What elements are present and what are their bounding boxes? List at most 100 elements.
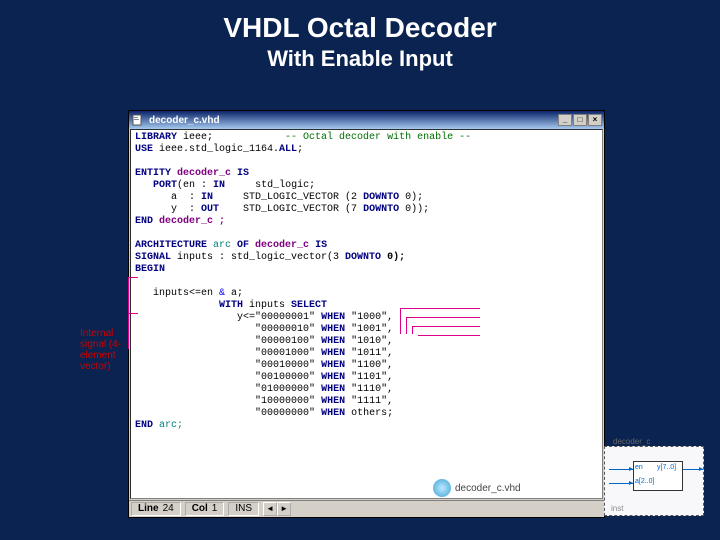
- status-col-label: Col: [192, 503, 208, 514]
- str: "01000000": [255, 384, 315, 395]
- kw-when: WHEN: [321, 336, 345, 347]
- kw-is: IS: [315, 240, 327, 251]
- kw-in: IN: [213, 180, 225, 191]
- annotation-line: [406, 317, 480, 318]
- kw-end: END: [135, 216, 153, 227]
- code-text: 0);: [381, 252, 405, 263]
- code-text: STD_LOGIC_VECTOR (2: [213, 192, 363, 203]
- str: "1110": [351, 384, 387, 395]
- str: "00000100": [255, 336, 315, 347]
- code-text: ieee.std_logic_1164.: [153, 144, 279, 155]
- arrow-icon: [699, 467, 703, 471]
- kw-select: SELECT: [291, 300, 327, 311]
- code-text: ;: [297, 144, 303, 155]
- code-text: (en :: [177, 180, 213, 191]
- watermark: decoder_c.vhd: [433, 479, 521, 497]
- close-button[interactable]: ×: [588, 114, 602, 126]
- str: "00010000": [255, 360, 315, 371]
- str: "1001": [351, 324, 387, 335]
- arch-name: arc;: [153, 420, 183, 431]
- status-mode: INS: [228, 502, 259, 516]
- status-col: Col1: [185, 502, 225, 516]
- code-text: others;: [351, 408, 393, 419]
- str: "00001000": [255, 348, 315, 359]
- port-a: a[2..0]: [635, 478, 654, 485]
- annotation-line: [400, 308, 401, 334]
- minimize-button[interactable]: _: [558, 114, 572, 126]
- titlebar[interactable]: decoder_c.vhd _ □ ×: [129, 111, 604, 129]
- kw-downto: DOWNTO: [363, 204, 399, 215]
- code-text: ieee;: [177, 132, 213, 143]
- kw-when: WHEN: [321, 324, 345, 335]
- code-text: a;: [225, 288, 243, 299]
- kw-entity: ENTITY: [135, 168, 171, 179]
- annotation-line: [412, 326, 480, 327]
- kw-with: WITH: [219, 300, 243, 311]
- entity-name: decoder_c: [249, 240, 315, 251]
- annotation-text: Internal signal (4-element vector): [80, 328, 121, 372]
- maximize-button[interactable]: □: [573, 114, 587, 126]
- str: "00000000": [255, 408, 315, 419]
- kw-out: OUT: [201, 204, 219, 215]
- str: "00000001": [255, 312, 315, 323]
- watermark-text: decoder_c.vhd: [455, 483, 521, 494]
- str: "10000000": [255, 396, 315, 407]
- page-subtitle: With Enable Input: [0, 44, 720, 78]
- str: "1111": [351, 396, 387, 407]
- slide: VHDL Octal Decoder With Enable Input Int…: [0, 0, 720, 540]
- kw-begin: BEGIN: [135, 264, 165, 275]
- kw-end: END: [135, 420, 153, 431]
- kw-signal: SIGNAL: [135, 252, 171, 263]
- kw-when: WHEN: [321, 408, 345, 419]
- entity-name: decoder_c: [171, 168, 237, 179]
- arrow-icon: [629, 481, 633, 485]
- kw-use: USE: [135, 144, 153, 155]
- kw-port: PORT: [153, 180, 177, 191]
- code-text: a :: [135, 192, 201, 203]
- kw-downto: DOWNTO: [363, 192, 399, 203]
- str: "00000010": [255, 324, 315, 335]
- str: "1000": [351, 312, 387, 323]
- code-text: inputs: [243, 300, 291, 311]
- annotation-line: [412, 326, 413, 334]
- code-area[interactable]: LIBRARY ieee; -- Octal decoder with enab…: [130, 129, 603, 499]
- annotation-line: [128, 277, 138, 278]
- kw-downto: DOWNTO: [345, 252, 381, 263]
- window-buttons: _ □ ×: [558, 114, 602, 126]
- port-en: en: [635, 464, 643, 471]
- code-text: 0));: [399, 204, 429, 215]
- entity-name: decoder_c ;: [153, 216, 225, 227]
- annotation-line: [400, 308, 480, 309]
- status-line-label: Line: [138, 503, 159, 514]
- scroll-arrows: ◄ ►: [263, 502, 291, 516]
- code-text: STD_LOGIC_VECTOR (7: [219, 204, 363, 215]
- block-diagram: decoder_c en a[2..0] y[7..0] inst: [604, 446, 704, 516]
- str: "1100": [351, 360, 387, 371]
- str: "00100000": [255, 372, 315, 383]
- page-title: VHDL Octal Decoder: [0, 0, 720, 44]
- disc-icon: [433, 479, 451, 497]
- status-line-value: 24: [163, 503, 174, 514]
- annotation-line: [128, 313, 138, 314]
- code-text: inputs<=en: [135, 288, 219, 299]
- code-text: y :: [135, 204, 201, 215]
- kw-all: ALL: [279, 144, 297, 155]
- scroll-right-button[interactable]: ►: [277, 502, 291, 516]
- code-text: std_logic;: [225, 180, 315, 191]
- kw-when: WHEN: [321, 348, 345, 359]
- kw-when: WHEN: [321, 372, 345, 383]
- arch-name: arc: [207, 240, 237, 251]
- window-title: decoder_c.vhd: [149, 115, 558, 126]
- kw-in: IN: [201, 192, 213, 203]
- kw-architecture: ARCHITECTURE: [135, 240, 207, 251]
- annotation-line: [418, 335, 480, 336]
- code-text: 0);: [399, 192, 423, 203]
- kw-library: LIBRARY: [135, 132, 177, 143]
- block-title: decoder_c: [613, 437, 650, 446]
- str: "1011": [351, 348, 387, 359]
- code-comment: -- Octal decoder with enable --: [285, 132, 471, 143]
- block-instance-label: inst: [611, 504, 623, 513]
- file-icon: [131, 113, 145, 127]
- status-line: Line 24: [131, 502, 181, 516]
- scroll-left-button[interactable]: ◄: [263, 502, 277, 516]
